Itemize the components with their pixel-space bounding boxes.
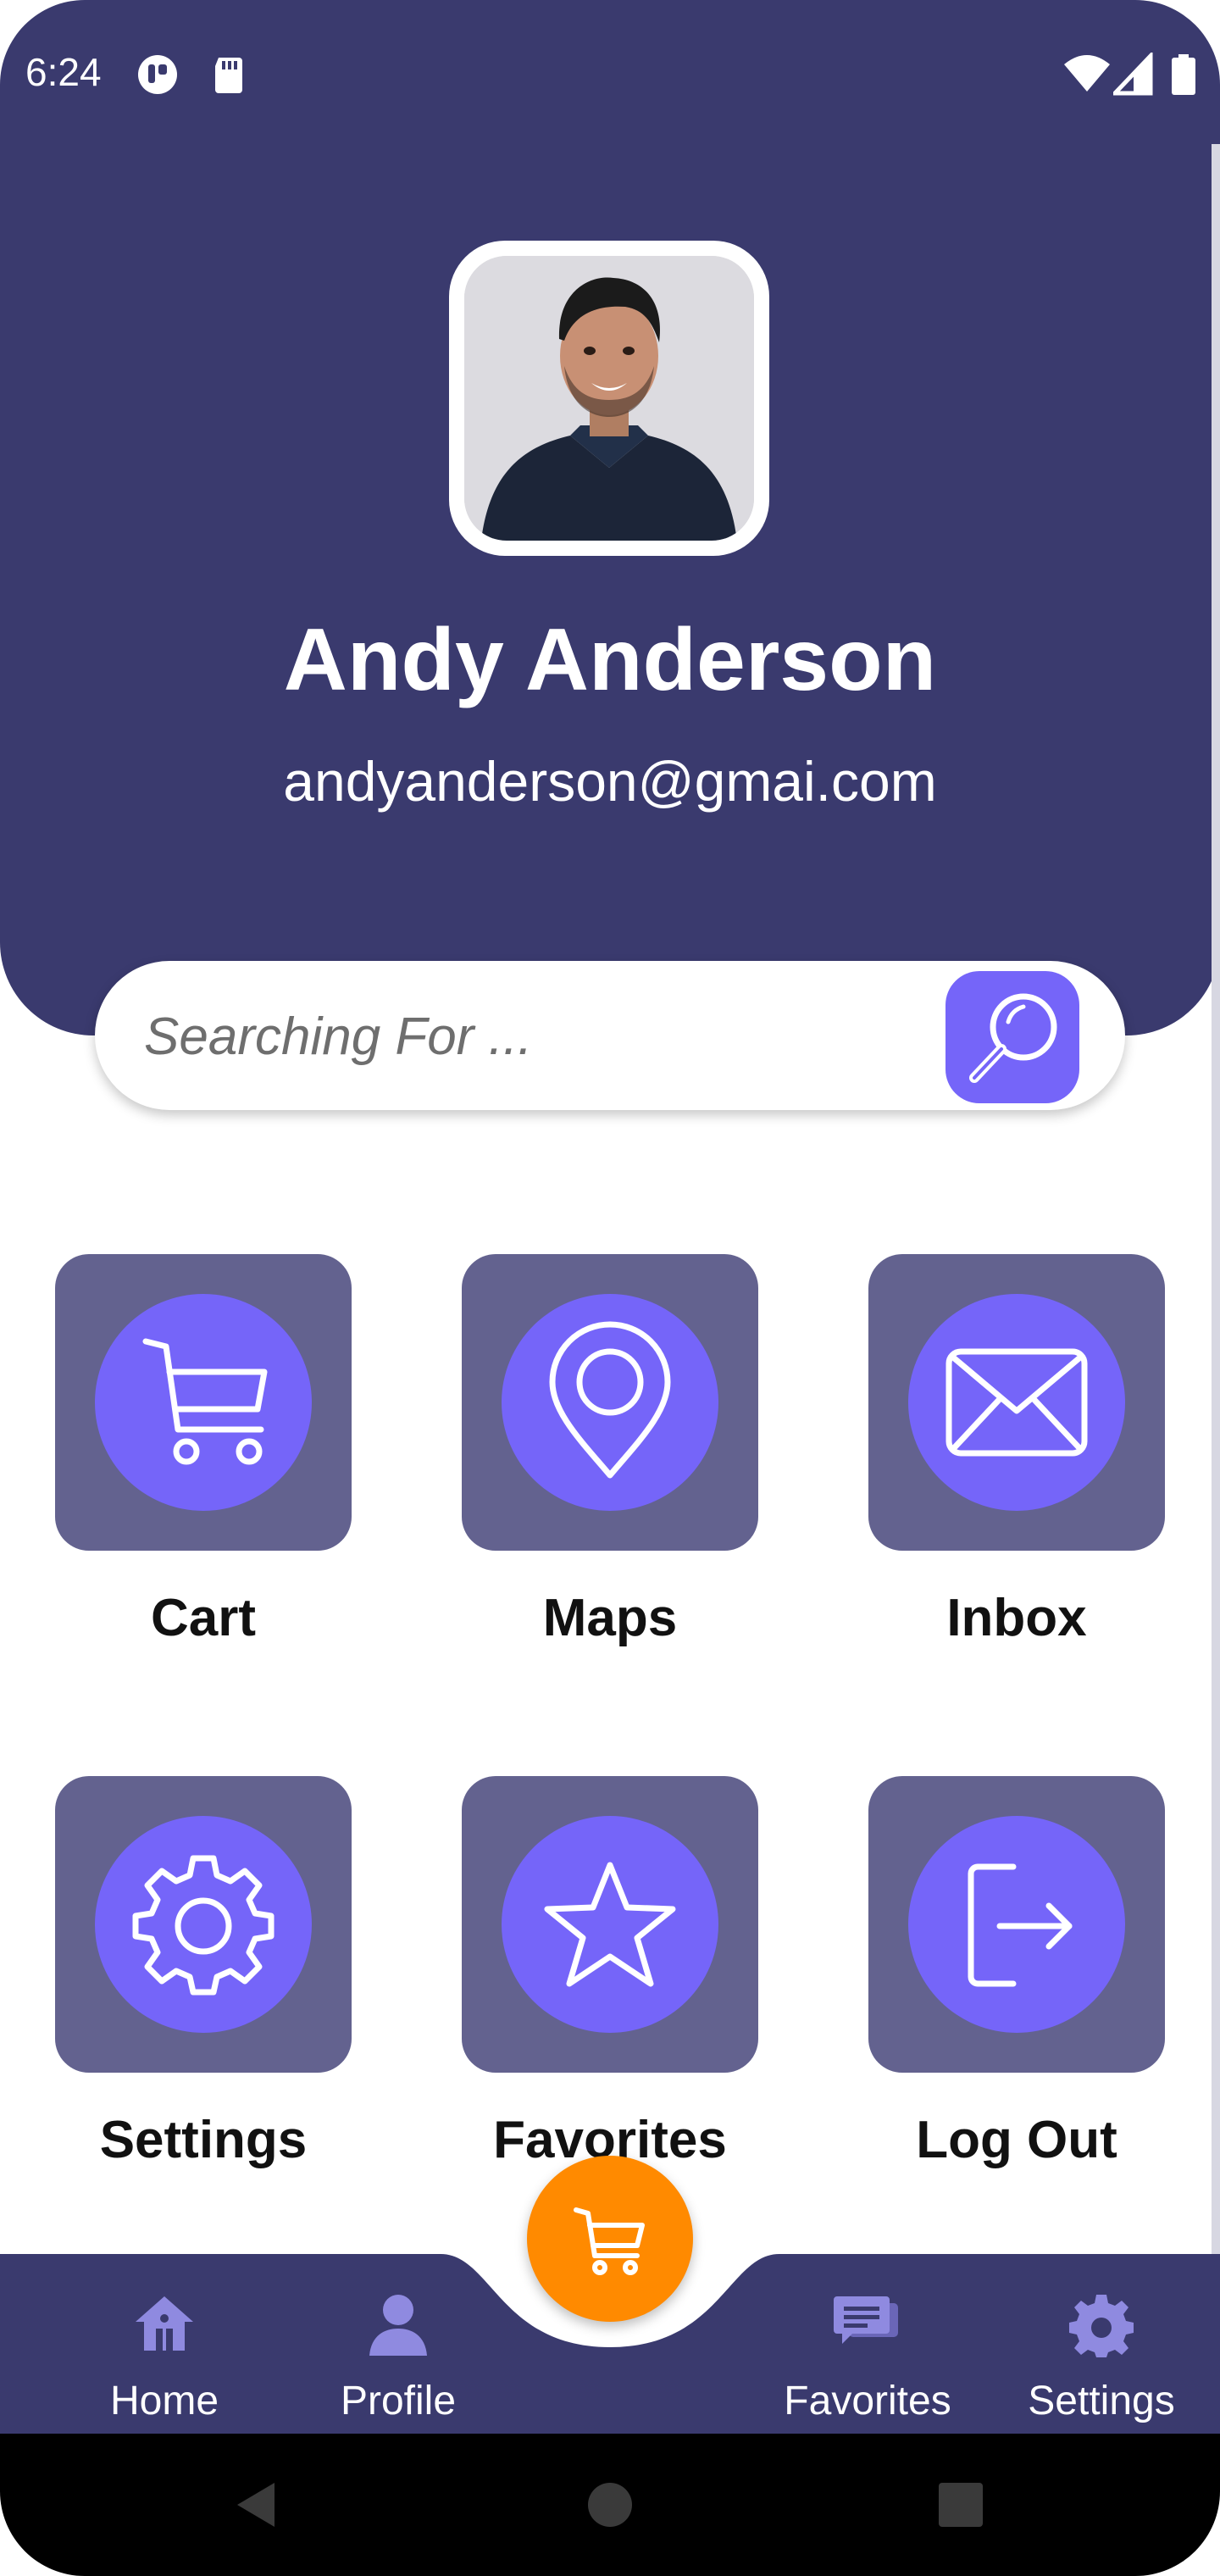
- logout-tile[interactable]: [868, 1776, 1165, 2073]
- status-bar: 6:24: [0, 0, 1220, 144]
- back-button[interactable]: [169, 2434, 339, 2576]
- status-time: 6:24: [25, 50, 102, 94]
- avatar-frame: [449, 241, 769, 556]
- app-screen: 6:24 Andy Anderson andyanderson@gmai.com…: [0, 0, 1220, 2576]
- nav-profile-label: Profile: [340, 2379, 457, 2423]
- logout-icon: [968, 1863, 1073, 1987]
- star-icon: [544, 1862, 676, 1987]
- home-icon: [136, 2296, 193, 2351]
- profile-email: andyanderson@gmai.com: [283, 750, 937, 813]
- nav-favorites-label: Favorites: [784, 2379, 951, 2423]
- profile-name: Andy Anderson: [283, 611, 937, 709]
- settings-tile[interactable]: [55, 1776, 352, 2073]
- avatar-photo: [464, 256, 754, 541]
- recents-button[interactable]: [876, 2434, 1045, 2576]
- search-icon: [969, 993, 1057, 1083]
- profile-header: 6:24 Andy Anderson andyanderson@gmai.com: [0, 0, 1220, 1035]
- sd-card-icon: [215, 58, 242, 93]
- system-navigation-bar: [0, 2434, 1220, 2576]
- settings-tile-circle: [95, 1816, 312, 2033]
- nav-settings-label: Settings: [1028, 2379, 1175, 2423]
- battery-icon: [1172, 54, 1195, 95]
- inbox-tile-circle: [908, 1294, 1125, 1511]
- mail-icon: [946, 1348, 1088, 1457]
- cart-tile[interactable]: [55, 1254, 352, 1551]
- chat-icon: [834, 2296, 898, 2344]
- nav-settings[interactable]: Settings: [991, 2246, 1212, 2434]
- avatar[interactable]: [464, 256, 754, 541]
- nav-home[interactable]: Home: [54, 2246, 274, 2434]
- inbox-tile[interactable]: [868, 1254, 1165, 1551]
- logout-tile-circle: [908, 1816, 1125, 2033]
- cart-icon: [142, 1338, 268, 1465]
- settings-label: Settings: [99, 2111, 308, 2169]
- recents-icon: [939, 2483, 983, 2527]
- notification-icon: [138, 55, 177, 94]
- gear-icon: [132, 1855, 274, 1996]
- home-circle-icon: [588, 2483, 632, 2527]
- maps-tile-circle: [502, 1294, 718, 1511]
- logout-label: Log Out: [916, 2111, 1117, 2169]
- nav-profile[interactable]: Profile: [288, 2246, 508, 2434]
- favorites-tile[interactable]: [462, 1776, 758, 2073]
- wifi-icon: [1064, 55, 1110, 92]
- user-icon: [369, 2295, 427, 2356]
- signal-icon: [1113, 53, 1153, 96]
- search-button[interactable]: [946, 971, 1079, 1103]
- maps-tile[interactable]: [462, 1254, 758, 1551]
- back-icon: [237, 2483, 274, 2527]
- maps-label: Maps: [542, 1589, 678, 1647]
- map-pin-icon: [549, 1321, 671, 1479]
- favorites-tile-circle: [502, 1816, 718, 2033]
- cart-label: Cart: [150, 1589, 257, 1647]
- cart-fab-button[interactable]: [527, 2156, 693, 2322]
- inbox-label: Inbox: [946, 1589, 1087, 1647]
- gear-icon: [1069, 2295, 1134, 2357]
- search-bar: [95, 961, 1125, 1110]
- nav-home-label: Home: [109, 2379, 219, 2423]
- search-input[interactable]: [142, 995, 993, 1078]
- nav-favorites[interactable]: Favorites: [757, 2246, 978, 2434]
- scrollbar[interactable]: [1212, 144, 1220, 2262]
- cart-icon: [574, 2207, 645, 2275]
- cart-tile-circle: [95, 1294, 312, 1511]
- home-system-button[interactable]: [525, 2434, 695, 2576]
